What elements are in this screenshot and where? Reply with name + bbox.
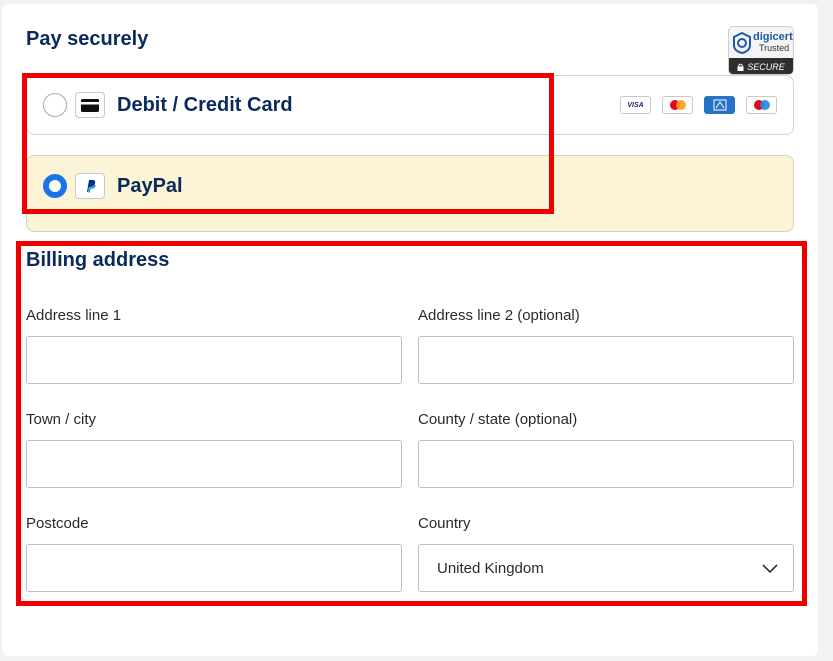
digicert-logo-icon (733, 31, 751, 54)
trust-badge[interactable]: digicert Trusted SECURE (728, 26, 794, 75)
badge-secure: SECURE (747, 62, 785, 72)
visa-icon: VISA (620, 96, 651, 114)
lock-icon (737, 63, 744, 71)
card-brands: VISA (620, 96, 777, 114)
highlight-payment-methods (22, 73, 554, 214)
highlight-billing-address (16, 241, 807, 606)
amex-icon (704, 96, 735, 114)
mastercard-icon (662, 96, 693, 114)
maestro-icon (746, 96, 777, 114)
badge-brand: digicert (753, 30, 793, 43)
badge-trusted: Trusted (759, 42, 790, 53)
page-title: Pay securely (26, 28, 149, 50)
